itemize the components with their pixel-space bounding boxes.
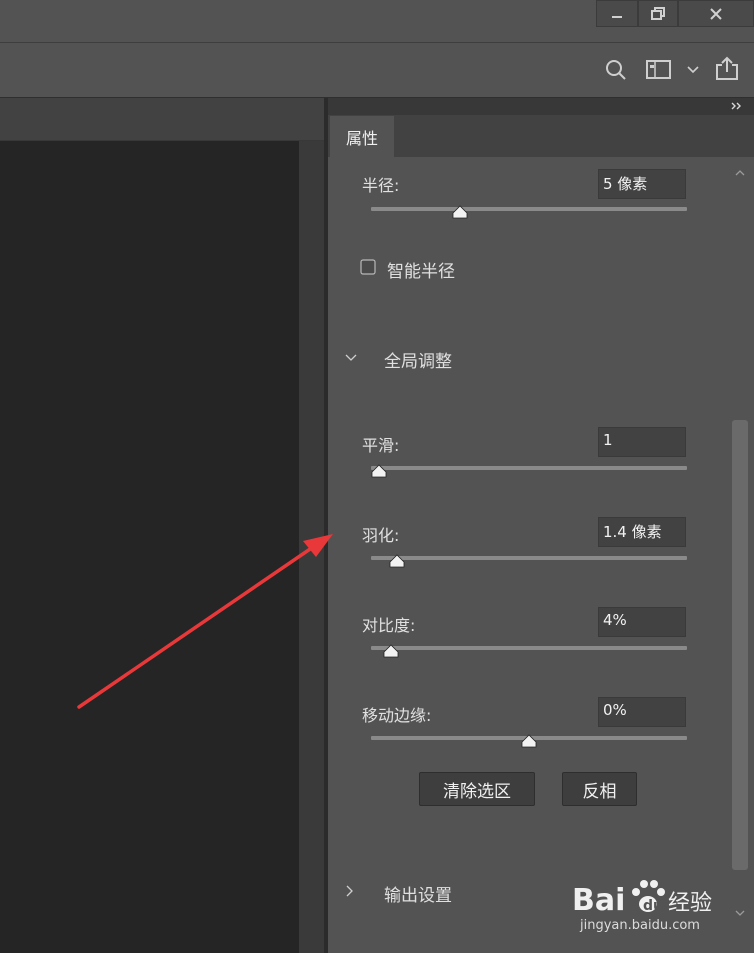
smooth-slider-track[interactable] [371,466,687,470]
contrast-slider-track[interactable] [371,646,687,650]
chevron-right-icon[interactable] [344,884,356,898]
double-chevron-right-icon[interactable] [730,100,744,112]
options-bar [0,43,754,98]
radius-field[interactable]: 5 像素 [598,169,686,199]
minimize-button[interactable] [596,0,638,27]
workspace-icon[interactable] [646,59,672,81]
watermark-url: jingyan.baidu.com [580,918,700,933]
canvas-edge [299,141,324,953]
radius-slider-track[interactable] [371,207,687,211]
feather-slider-thumb[interactable] [389,554,405,568]
smart-radius-checkbox[interactable] [360,259,376,275]
scroll-down-icon[interactable] [734,908,746,918]
logo-text-bai: Bai [572,883,625,918]
panel-scrollbar-thumb[interactable] [732,420,748,870]
restore-icon [651,6,665,20]
minimize-icon [612,15,622,18]
clear-selection-button[interactable]: 清除选区 [419,772,535,806]
feather-field[interactable]: 1.4 像素 [598,517,686,547]
share-icon[interactable] [713,55,741,83]
shift-edge-label: 移动边缘: [362,706,432,725]
contrast-field[interactable]: 4% [598,607,686,637]
output-settings-heading[interactable]: 输出设置 [384,881,452,906]
shift-edge-field[interactable]: 0% [598,697,686,727]
svg-text:经验: 经验 [668,891,712,916]
smart-radius-label: 智能半径 [387,262,455,282]
restore-button[interactable] [638,0,678,27]
global-adjustments-heading[interactable]: 全局调整 [384,347,452,372]
baidu-jingyan-logo: Bai du 经验 [572,880,712,918]
shift-edge-slider-thumb[interactable] [521,734,537,748]
smooth-label: 平滑: [362,436,400,455]
feather-slider-track[interactable] [371,556,687,560]
search-icon[interactable] [604,58,628,82]
contrast-slider-thumb[interactable] [383,644,399,658]
close-button[interactable] [678,0,754,27]
document-tab-bar [0,98,324,141]
chevron-down-icon[interactable] [686,64,700,76]
canvas[interactable] [0,141,299,953]
close-icon [710,7,722,20]
radius-label: 半径: [362,176,400,195]
panel-header-bar [328,98,754,115]
smooth-slider-thumb[interactable] [371,464,387,478]
svg-text:du: du [643,898,663,914]
tab-properties[interactable]: 属性 [330,116,394,157]
radius-slider-thumb[interactable] [452,205,468,219]
smooth-field[interactable]: 1 [598,427,686,457]
chevron-down-icon[interactable] [344,352,358,364]
invert-button[interactable]: 反相 [562,772,637,806]
scroll-up-icon[interactable] [734,168,746,178]
feather-label: 羽化: [362,526,400,545]
contrast-label: 对比度: [362,616,416,635]
